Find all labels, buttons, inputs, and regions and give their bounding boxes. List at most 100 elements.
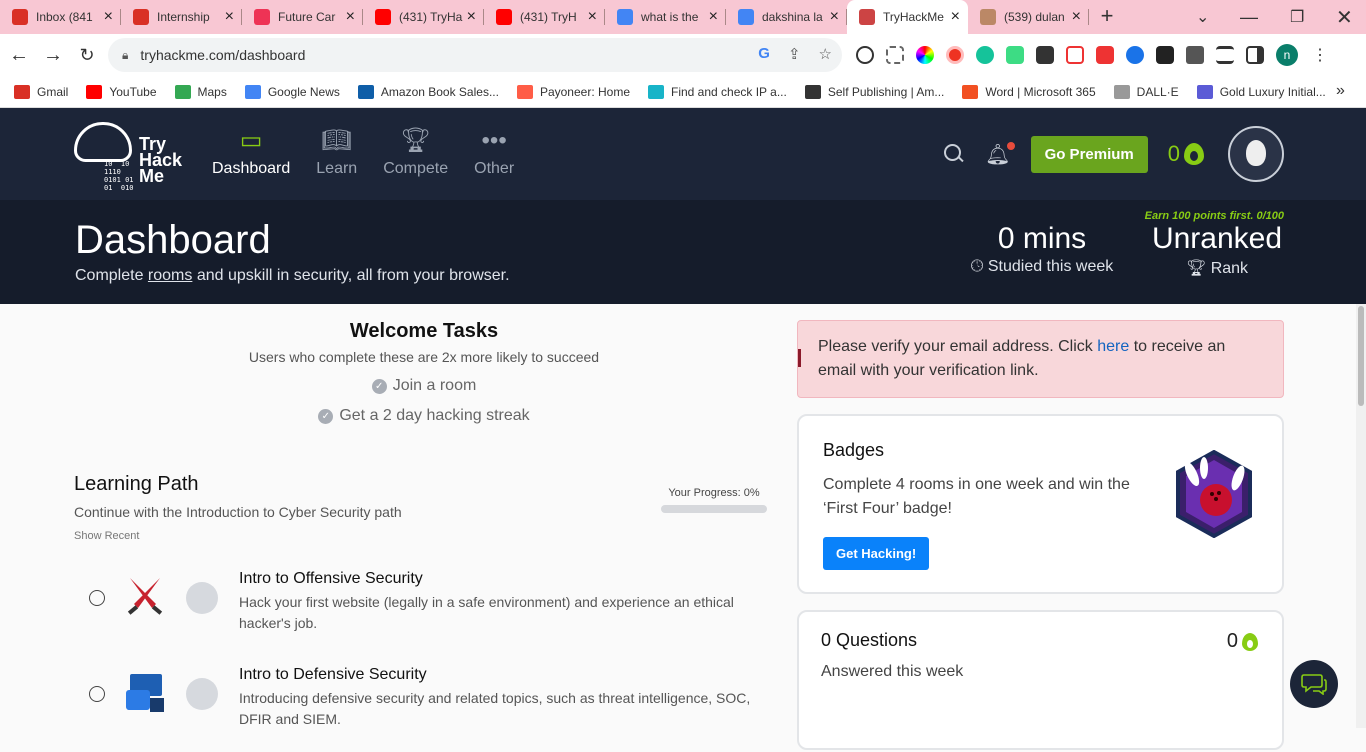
forward-icon[interactable]: → (38, 44, 68, 67)
studied-stat: 0 mins 🕓︎ Studied this week (962, 222, 1122, 276)
google-lens-icon[interactable]: G (758, 45, 770, 63)
color-ext-icon[interactable] (916, 46, 934, 64)
browser-tab[interactable]: (431) TryHa × (363, 0, 484, 34)
browser-tab[interactable]: Inbox (841 × (0, 0, 121, 34)
address-bar[interactable]: 🔒︎ tryhackme.com/dashboard G ⇪ ☆ (108, 38, 842, 72)
dark-ext-icon[interactable] (1156, 46, 1174, 64)
browser-menu-icon[interactable]: ⋮ (1312, 45, 1328, 65)
close-tab-icon[interactable]: × (467, 8, 476, 26)
bookmark-item[interactable]: Gmail (14, 84, 68, 99)
bookmark-item[interactable]: Gold Luxury Initial... (1196, 84, 1326, 99)
room-title[interactable]: Intro to Defensive Security (239, 666, 427, 684)
user-avatar[interactable] (1228, 126, 1284, 182)
scrollbar-thumb[interactable] (1358, 306, 1364, 406)
alert-text: Please verify your email address. Click (818, 338, 1098, 355)
close-tab-icon[interactable]: × (588, 8, 597, 26)
close-tab-icon[interactable]: × (346, 8, 355, 26)
share-icon[interactable]: ⇪ (788, 45, 801, 63)
expand-ext-icon[interactable] (886, 46, 904, 64)
bookmark-item[interactable]: Word | Microsoft 365 (962, 84, 1096, 99)
nav-compete[interactable]: 🏆︎ Compete (383, 126, 448, 178)
close-tab-icon[interactable]: × (709, 8, 718, 26)
bookmark-item[interactable]: Maps (174, 84, 227, 99)
nav-learn[interactable]: 📖︎ Learn (316, 126, 357, 178)
task-streak[interactable]: ✓ Get a 2 day hacking streak (74, 407, 774, 425)
questions-card: 0 Questions Answered this week 0 (797, 610, 1284, 750)
room-radio[interactable] (89, 590, 105, 606)
bookmark-item[interactable]: Payoneer: Home (516, 84, 630, 99)
android-ext-icon[interactable] (1006, 46, 1024, 64)
browser-tab[interactable]: (539) dulan × (968, 0, 1089, 34)
back-icon[interactable]: ← (4, 44, 34, 67)
bookmark-favicon-icon (1196, 84, 1213, 99)
browser-tab[interactable]: what is the × (605, 0, 726, 34)
bookmark-favicon-icon (962, 84, 979, 99)
new-tab-icon[interactable]: + (1089, 0, 1125, 34)
notification-dot (1006, 141, 1015, 150)
bookmark-item[interactable]: YouTube (86, 84, 157, 99)
browser-tab[interactable]: Internship × (121, 0, 242, 34)
bookmark-label: Word | Microsoft 365 (985, 84, 1096, 99)
questions-title: 0 Questions (821, 630, 918, 650)
nav-dashboard[interactable]: ▭ Dashboard (212, 126, 290, 178)
profile-avatar[interactable]: n (1276, 44, 1298, 66)
media-queue-icon[interactable] (1216, 46, 1234, 64)
notification-bell-icon[interactable]: 🔔︎ (985, 141, 1015, 167)
browser-tab[interactable]: TryHackMe × (847, 0, 968, 34)
bookmark-favicon-icon (648, 84, 664, 99)
bookmark-item[interactable]: Amazon Book Sales... (357, 84, 499, 99)
close-tab-icon[interactable]: × (830, 8, 839, 26)
record-ext-icon[interactable] (946, 46, 964, 64)
more-bookmarks-icon[interactable]: » (1336, 82, 1345, 100)
search-icon[interactable] (943, 143, 965, 165)
download-ext-icon[interactable] (1036, 46, 1054, 64)
bookmark-item[interactable]: Find and check IP a... (648, 84, 787, 99)
task-join-room[interactable]: ✓ Join a room (74, 377, 774, 395)
minimize-icon[interactable]: — (1240, 0, 1258, 34)
browser-tab[interactable]: dakshina la × (726, 0, 847, 34)
close-window-icon[interactable]: ✕ (1336, 0, 1353, 34)
nav-other[interactable]: ••• Other (474, 126, 514, 178)
badges-card: Badges Complete 4 rooms in one week and … (797, 414, 1284, 594)
media-ext-icon[interactable] (1126, 46, 1144, 64)
progress-indicator: Your Progress: 0% (661, 487, 767, 513)
speed-ext-icon[interactable] (856, 46, 874, 64)
close-tab-icon[interactable]: × (104, 8, 113, 26)
close-tab-icon[interactable]: × (951, 8, 960, 26)
browser-tab[interactable]: (431) TryH × (484, 0, 605, 34)
bookmark-item[interactable]: Self Publishing | Am... (804, 84, 944, 99)
left-column: Welcome Tasks Users who complete these a… (74, 304, 774, 752)
restore-icon[interactable]: ❐ (1290, 0, 1304, 34)
bookmark-item[interactable]: Google News (244, 84, 340, 99)
bookmark-item[interactable]: DALL·E (1113, 84, 1179, 99)
room-radio[interactable] (89, 686, 105, 702)
tab-search-icon[interactable]: ⌄ (1196, 0, 1209, 34)
close-tab-icon[interactable]: × (225, 8, 234, 26)
room-description: Hack your first website (legally in a sa… (239, 594, 734, 631)
task-label: Get a 2 day hacking streak (339, 407, 530, 424)
puzzle-icon[interactable] (1186, 46, 1204, 64)
bookmark-star-icon[interactable]: ☆ (819, 45, 832, 63)
room-item[interactable]: Intro to Defensive Security Introducing … (74, 656, 774, 752)
get-hacking-button[interactable]: Get Hacking! (823, 537, 930, 570)
s2-ext-icon[interactable] (1096, 46, 1114, 64)
room-item[interactable]: Intro to Offensive Security Hack your fi… (74, 560, 774, 656)
close-tab-icon[interactable]: × (1072, 8, 1081, 26)
cloud-logo-icon (74, 122, 132, 162)
verify-here-link[interactable]: here (1097, 338, 1129, 355)
reload-icon[interactable]: ↻ (72, 45, 102, 66)
support-chat-button[interactable] (1290, 660, 1338, 708)
rooms-link[interactable]: rooms (148, 267, 192, 284)
show-recent-link[interactable]: Show Recent (74, 530, 774, 542)
side-panel-icon[interactable] (1246, 46, 1264, 64)
s-ext-icon[interactable] (1066, 46, 1084, 64)
page-scrollbar[interactable] (1356, 304, 1366, 728)
go-premium-button[interactable]: Go Premium (1030, 135, 1148, 173)
subtitle-text-end: and upskill in security, all from your b… (192, 267, 510, 284)
badges-description: Complete 4 rooms in one week and win the… (823, 476, 1130, 517)
browser-tab[interactable]: Future Car × (242, 0, 363, 34)
tryhackme-logo[interactable]: 10 10 1110 0101 01 01 010 Try Hack Me (74, 122, 194, 192)
grammarly-ext-icon[interactable] (976, 46, 994, 64)
url-text[interactable]: tryhackme.com/dashboard (140, 47, 305, 63)
room-title[interactable]: Intro to Offensive Security (239, 570, 423, 588)
